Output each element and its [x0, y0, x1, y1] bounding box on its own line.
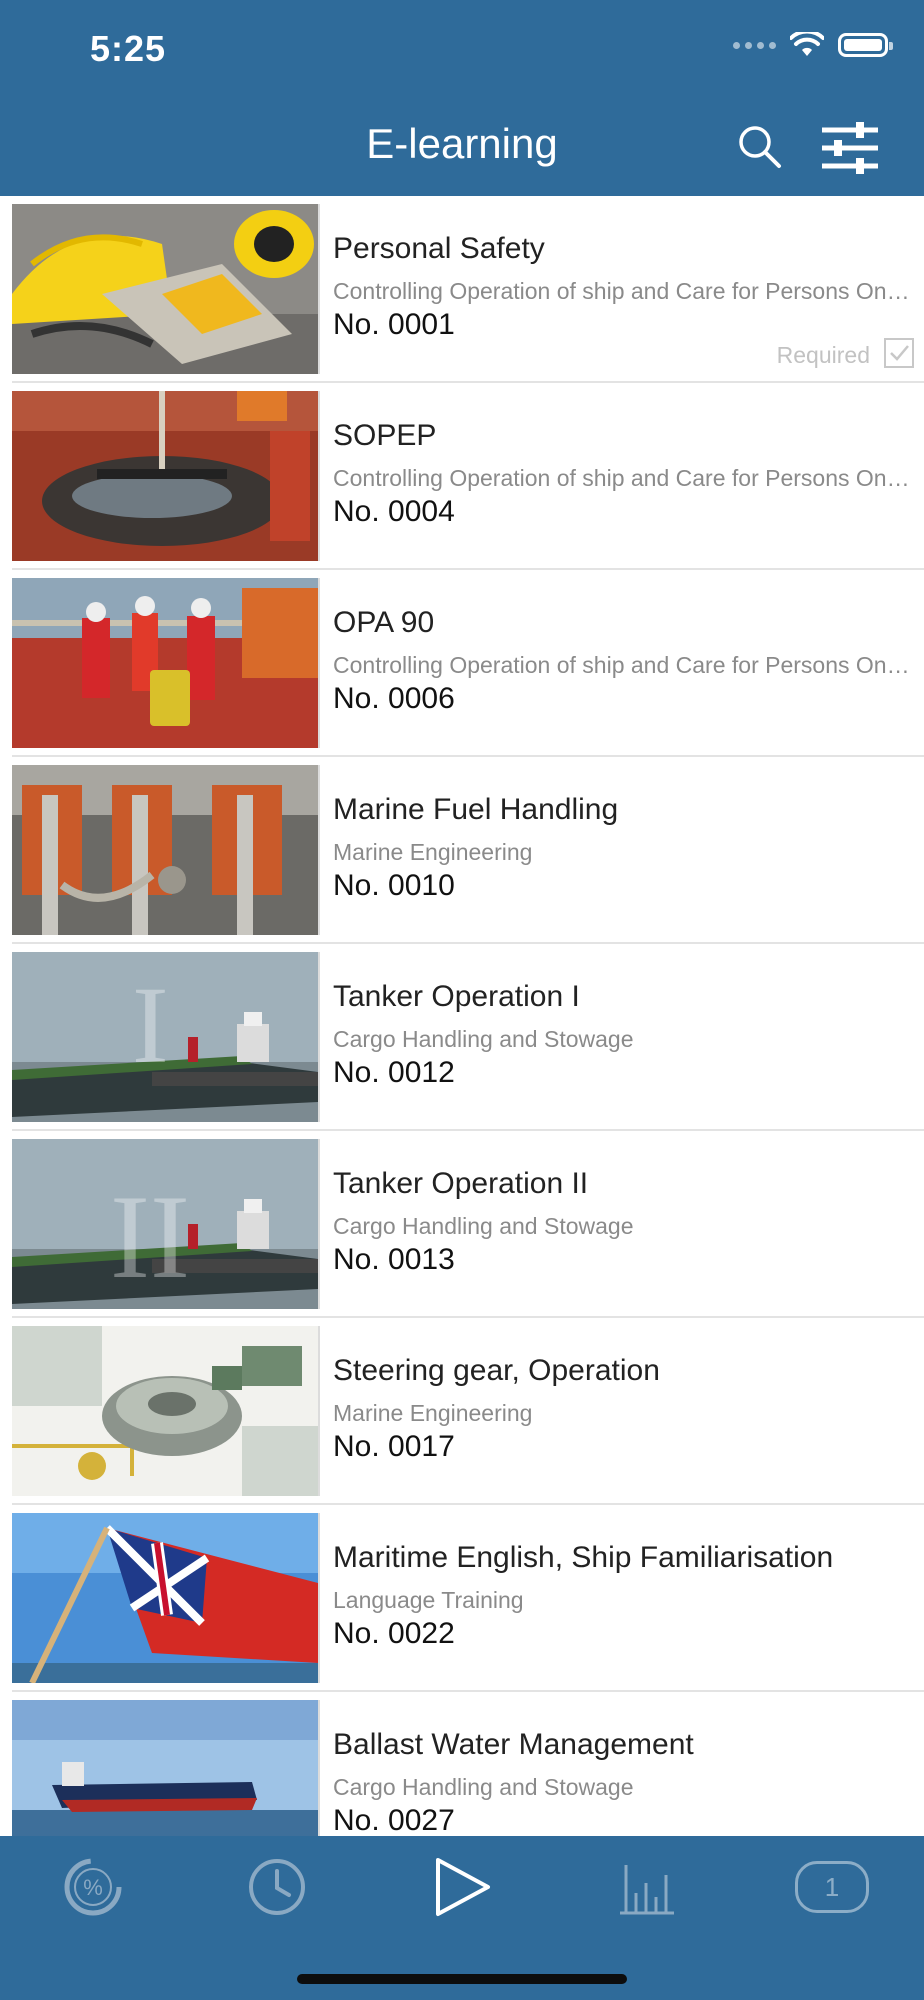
course-category: Cargo Handling and Stowage [333, 1774, 634, 1800]
status-bar: 5:25 [0, 0, 924, 100]
bar-chart-icon [620, 1865, 674, 1915]
course-category: Cargo Handling and Stowage [333, 1026, 634, 1052]
progress-percent-icon: % [64, 1858, 122, 1916]
course-category: Controlling Operation of ship and Care f… [333, 652, 913, 678]
course-title: Steering gear, Operation [333, 1354, 660, 1387]
course-number: No. 0006 [333, 682, 455, 715]
course-row[interactable]: Marine Fuel Handling Marine Engineering … [0, 757, 924, 944]
course-number: No. 0022 [333, 1617, 455, 1650]
course-row[interactable]: Personal Safety Controlling Operation of… [0, 196, 924, 383]
status-time: 5:25 [90, 28, 167, 69]
course-row[interactable]: SOPEP Controlling Operation of ship and … [0, 383, 924, 570]
battery-icon [838, 33, 893, 57]
page-title: E-learning [366, 120, 558, 167]
course-number: No. 0012 [333, 1056, 455, 1089]
play-icon [436, 1858, 490, 1916]
course-number: No. 0001 [333, 308, 455, 341]
course-row[interactable]: I Tanker Operation I Cargo Handling and … [0, 944, 924, 1131]
oil-spill-cleanup-image [12, 391, 320, 561]
course-number: No. 0017 [333, 1430, 455, 1463]
tab-notifications[interactable]: 1 [792, 1854, 872, 1920]
badge-count-icon: 1 [795, 1861, 869, 1913]
course-row[interactable]: Maritime English, Ship Familiarisation L… [0, 1505, 924, 1692]
tab-bar: % 1 [0, 1836, 924, 2000]
cellular-signal-icon [733, 41, 776, 49]
search-button[interactable] [735, 122, 785, 172]
course-category: Marine Engineering [333, 839, 533, 865]
svg-text:%: % [83, 1875, 103, 1900]
tanker-ship-image: I [12, 952, 320, 1122]
tab-statistics[interactable] [611, 1854, 681, 1920]
svg-text:I: I [132, 964, 169, 1086]
course-title: Personal Safety [333, 232, 545, 265]
course-category: Cargo Handling and Stowage [333, 1213, 634, 1239]
tab-history[interactable] [242, 1854, 312, 1920]
course-category: Controlling Operation of ship and Care f… [333, 278, 913, 304]
required-checkbox[interactable] [884, 338, 914, 368]
course-category: Marine Engineering [333, 1400, 533, 1426]
course-title: OPA 90 [333, 606, 435, 639]
course-number: No. 0013 [333, 1243, 455, 1276]
tanker-ship-image: II [12, 1139, 320, 1309]
status-icons [733, 32, 893, 58]
course-title: Maritime English, Ship Familiarisation [333, 1541, 834, 1574]
checkmark-icon [890, 345, 909, 361]
engine-pipes-image [12, 765, 320, 935]
search-icon [739, 126, 781, 168]
course-number: No. 0027 [333, 1804, 455, 1836]
course-title: SOPEP [333, 419, 437, 452]
required-label: Required [776, 342, 870, 368]
course-row[interactable]: Steering gear, Operation Marine Engineer… [0, 1318, 924, 1505]
tab-play[interactable] [427, 1854, 497, 1920]
course-title: Ballast Water Management [333, 1728, 694, 1761]
course-row[interactable]: II Tanker Operation II Cargo Handling an… [0, 1131, 924, 1318]
home-indicator [297, 1974, 627, 1984]
svg-text:II: II [110, 1170, 190, 1303]
course-list: Personal Safety Controlling Operation of… [0, 196, 924, 1836]
course-row[interactable]: OPA 90 Controlling Operation of ship and… [0, 570, 924, 757]
course-category: Controlling Operation of ship and Care f… [333, 465, 913, 491]
course-title: Tanker Operation II [333, 1167, 589, 1200]
safety-gear-image [12, 204, 320, 374]
filter-button[interactable] [820, 122, 880, 174]
clock-icon [249, 1859, 305, 1915]
course-title: Tanker Operation I [333, 980, 580, 1013]
course-category: Language Training [333, 1587, 524, 1613]
course-number: No. 0004 [333, 495, 455, 528]
bulk-carrier-image [12, 1700, 320, 1836]
course-row[interactable]: Ballast Water Management Cargo Handling … [0, 1692, 924, 1836]
tab-progress[interactable]: % [58, 1854, 128, 1920]
steering-gear-image [12, 1326, 320, 1496]
wifi-icon [790, 32, 824, 56]
course-title: Marine Fuel Handling [333, 793, 619, 826]
red-ensign-flag-image [12, 1513, 320, 1683]
course-number: No. 0010 [333, 869, 455, 902]
crew-on-deck-image [12, 578, 320, 748]
sliders-icon [822, 122, 878, 174]
nav-bar: E-learning [0, 100, 924, 196]
